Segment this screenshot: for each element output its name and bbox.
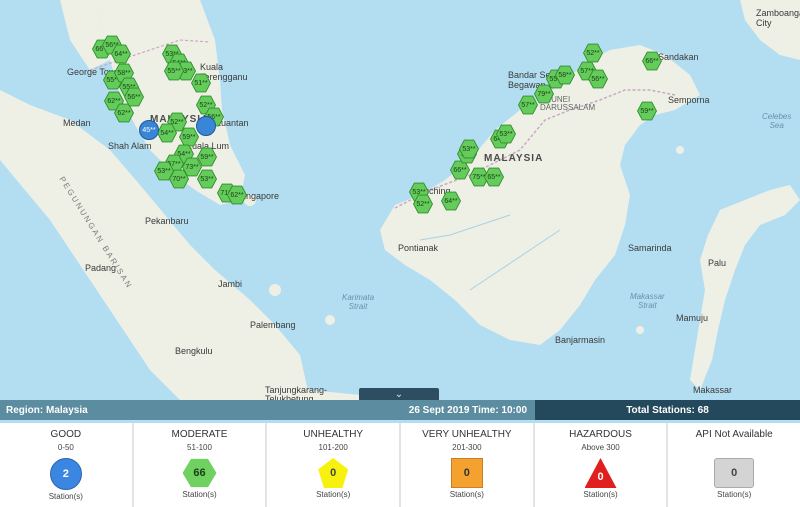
category-good[interactable]: GOOD 0-50 2 Station(s) <box>0 423 132 507</box>
category-unit: Station(s) <box>182 490 217 499</box>
not-available-box-icon: 0 <box>714 458 755 488</box>
category-title: API Not Available <box>695 429 773 440</box>
label-sandakan: Sandakan <box>658 52 699 62</box>
category-title: UNHEALTHY <box>303 429 364 440</box>
label-banjarmasin: Banjarmasin <box>555 335 606 345</box>
label-palembang: Palembang <box>250 320 296 330</box>
station-marker-good[interactable]: 45** <box>139 120 159 140</box>
category-very-unhealthy[interactable]: VERY UNHEALTHY 201-300 0 Station(s) <box>401 423 533 507</box>
station-marker-good[interactable] <box>196 116 216 136</box>
category-unit: Station(s) <box>583 490 618 499</box>
status-bar: Region: Malaysia 26 Sept 2019 Time: 10:0… <box>0 400 800 420</box>
category-unhealthy[interactable]: UNHEALTHY 101-200 0 Station(s) <box>267 423 400 507</box>
region-text: Region: Malaysia <box>6 404 88 416</box>
category-hazardous[interactable]: HAZARDOUS Above 300 0 Station(s) <box>534 423 667 507</box>
datetime-text: 26 Sept 2019 Time: 10:00 <box>408 404 527 416</box>
label-pontianak: Pontianak <box>398 243 439 253</box>
very-unhealthy-square-icon: 0 <box>450 458 483 488</box>
label-malaysia-east: MALAYSIA <box>484 153 544 164</box>
good-circle-icon: 2 <box>49 458 82 490</box>
label-zamboanga: Zamboanga City <box>756 8 800 28</box>
category-moderate[interactable]: MODERATE 51-100 66 Station(s) <box>133 423 266 507</box>
label-bengkulu: Bengkulu <box>175 346 213 356</box>
label-palu: Palu <box>708 258 727 268</box>
label-samarinda: Samarinda <box>628 243 672 253</box>
category-title: HAZARDOUS <box>569 429 632 440</box>
unhealthy-pentagon-icon: 0 <box>318 458 349 488</box>
label-pekanbaru: Pekanbaru <box>145 216 189 226</box>
category-api-not-available[interactable]: API Not Available 0 Station(s) <box>668 423 800 507</box>
category-range: 201-300 <box>452 443 482 452</box>
label-semporna: Semporna <box>668 95 710 105</box>
total-stations-bar: Total Stations: 68 <box>535 400 800 420</box>
category-panels: GOOD 0-50 2 Station(s) MODERATE 51-100 6… <box>0 423 800 507</box>
category-range: 51-100 <box>187 443 212 452</box>
map-view[interactable]: Kuala Terengganu George Town Medan Shah … <box>0 0 800 400</box>
category-unit: Station(s) <box>717 490 752 499</box>
moderate-hexagon-icon: 66 <box>182 458 217 488</box>
category-unit: Station(s) <box>449 490 484 499</box>
category-unit: Station(s) <box>48 492 83 501</box>
label-makassar: Makassar <box>693 385 733 395</box>
category-range: 0-50 <box>57 443 74 452</box>
region-bar: Region: Malaysia 26 Sept 2019 Time: 10:0… <box>0 400 535 420</box>
label-celebes-sea: Celebes Sea <box>762 112 792 130</box>
label-makassar-strait: Makassar Strait <box>630 292 665 310</box>
category-unit: Station(s) <box>316 490 351 499</box>
total-stations-text: Total Stations: 68 <box>626 404 709 416</box>
label-jambi: Jambi <box>218 279 243 289</box>
hazardous-triangle-icon: 0 <box>584 458 617 488</box>
category-title: GOOD <box>50 429 82 440</box>
category-range: 101-200 <box>318 443 348 452</box>
label-tanjungkarang: Tanjungkarang- Telukbetung <box>265 385 328 401</box>
label-mamuju: Mamuju <box>676 313 709 323</box>
label-medan: Medan <box>63 118 91 128</box>
label-karimata-strait: Karimata Strait <box>342 293 375 311</box>
category-title: VERY UNHEALTHY <box>422 429 512 440</box>
panel-toggle-button[interactable]: ⌄ <box>359 388 439 400</box>
category-title: MODERATE <box>171 429 228 440</box>
chevron-down-icon: ⌄ <box>394 388 404 400</box>
label-shah-alam: Shah Alam <box>108 141 152 151</box>
category-range: Above 300 <box>581 443 620 452</box>
